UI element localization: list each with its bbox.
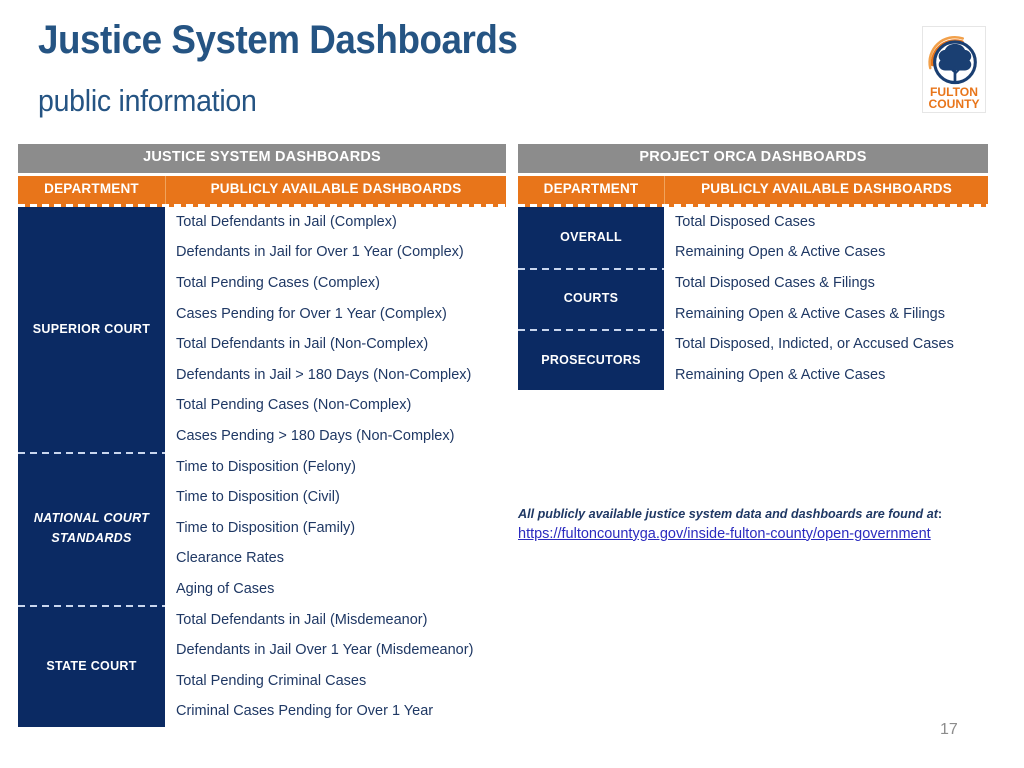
dashboards-column: Total Defendants in Jail (Complex) Defen… <box>165 207 506 727</box>
footnote-colon: : <box>937 507 943 521</box>
dashboard-item[interactable]: Cases Pending > 180 Days (Non-Complex) <box>176 421 506 452</box>
dashboard-item[interactable]: Time to Disposition (Civil) <box>176 482 506 513</box>
table-column-headers: DEPARTMENT PUBLICLY AVAILABLE DASHBOARDS <box>18 175 506 204</box>
dashboard-item[interactable]: Time to Disposition (Family) <box>176 513 506 544</box>
column-header-department: DEPARTMENT <box>18 175 166 204</box>
department-label: COURTS <box>563 291 619 306</box>
table-body: SUPERIOR COURT NATIONAL COURT STANDARDS … <box>18 206 506 727</box>
dashboard-item[interactable]: Total Disposed Cases <box>675 207 988 238</box>
dashboard-item[interactable]: Defendants in Jail for Over 1 Year (Comp… <box>176 237 506 268</box>
project-orca-dashboards-table: PROJECT ORCA DASHBOARDS DEPARTMENT PUBLI… <box>518 144 988 391</box>
department-label: NATIONAL COURT STANDARDS <box>33 510 150 546</box>
dashboard-item[interactable]: Remaining Open & Active Cases <box>675 237 988 268</box>
footnote-text: All publicly available justice system da… <box>518 507 988 523</box>
department-label: STATE COURT <box>46 658 137 673</box>
dashboard-item[interactable]: Criminal Cases Pending for Over 1 Year <box>176 696 506 727</box>
dashboard-item[interactable]: Aging of Cases <box>176 574 506 605</box>
dashboard-item[interactable]: Total Pending Criminal Cases <box>176 666 506 697</box>
dashboards-column: Total Disposed Cases Remaining Open & Ac… <box>664 207 988 391</box>
justice-system-dashboards-table: JUSTICE SYSTEM DASHBOARDS DEPARTMENT PUB… <box>18 144 506 727</box>
dashboard-item[interactable]: Total Disposed Cases & Filings <box>675 268 988 299</box>
column-header-dashboards: PUBLICLY AVAILABLE DASHBOARDS <box>210 180 462 196</box>
column-header-department: DEPARTMENT <box>518 175 665 204</box>
page-number: 17 <box>940 721 958 738</box>
table-title: JUSTICE SYSTEM DASHBOARDS <box>18 144 506 173</box>
department-group-state-court: STATE COURT <box>18 604 165 727</box>
footnote: All publicly available justice system da… <box>518 507 988 543</box>
dashboard-item[interactable]: Defendants in Jail Over 1 Year (Misdemea… <box>176 635 506 666</box>
department-group-national-court-standards: NATIONAL COURT STANDARDS <box>18 451 165 605</box>
department-group-prosecutors: PROSECUTORS <box>518 329 664 390</box>
department-label: SUPERIOR COURT <box>32 322 151 337</box>
dashboard-item[interactable]: Total Pending Cases (Non-Complex) <box>176 390 506 421</box>
department-column: OVERALL COURTS PROSECUTORS <box>518 206 664 391</box>
department-label: OVERALL <box>560 230 622 245</box>
dashboard-item[interactable]: Clearance Rates <box>176 543 506 574</box>
page-title: Justice System Dashboards <box>38 18 518 62</box>
footnote-lead-text: All publicly available justice system da… <box>518 507 938 521</box>
dashboard-item[interactable]: Total Pending Cases (Complex) <box>176 268 506 299</box>
logo-line2: COUNTY <box>928 97 979 111</box>
fulton-county-logo-icon: FULTON COUNTY <box>928 35 980 111</box>
dashboard-item[interactable]: Total Defendants in Jail (Complex) <box>176 207 506 238</box>
department-column: SUPERIOR COURT NATIONAL COURT STANDARDS … <box>18 206 165 727</box>
dashboard-item[interactable]: Total Defendants in Jail (Non-Complex) <box>176 329 506 360</box>
dashboard-item[interactable]: Total Defendants in Jail (Misdemeanor) <box>176 605 506 636</box>
column-header-dashboards: PUBLICLY AVAILABLE DASHBOARDS <box>701 180 952 196</box>
department-label: PROSECUTORS <box>541 352 641 367</box>
page-subtitle: public information <box>38 83 257 118</box>
dashboard-item[interactable]: Cases Pending for Over 1 Year (Complex) <box>176 299 506 330</box>
department-group-overall: OVERALL <box>518 207 664 268</box>
table-body: OVERALL COURTS PROSECUTORS Total Dispose… <box>518 206 988 391</box>
table-column-headers: DEPARTMENT PUBLICLY AVAILABLE DASHBOARDS <box>518 175 988 204</box>
fulton-county-logo: FULTON COUNTY <box>922 26 986 113</box>
dashboard-item[interactable]: Defendants in Jail > 180 Days (Non-Compl… <box>176 360 506 391</box>
open-government-link[interactable]: https://fultoncountyga.gov/inside-fulton… <box>518 525 931 543</box>
table-title: PROJECT ORCA DASHBOARDS <box>518 144 988 173</box>
department-group-superior-court: SUPERIOR COURT <box>18 207 165 452</box>
dashboard-item[interactable]: Total Disposed, Indicted, or Accused Cas… <box>675 329 988 360</box>
department-group-courts: COURTS <box>518 267 664 329</box>
dashboard-item[interactable]: Time to Disposition (Felony) <box>176 452 506 483</box>
dashboard-item[interactable]: Remaining Open & Active Cases & Filings <box>675 299 988 330</box>
dashboard-item[interactable]: Remaining Open & Active Cases <box>675 360 988 391</box>
